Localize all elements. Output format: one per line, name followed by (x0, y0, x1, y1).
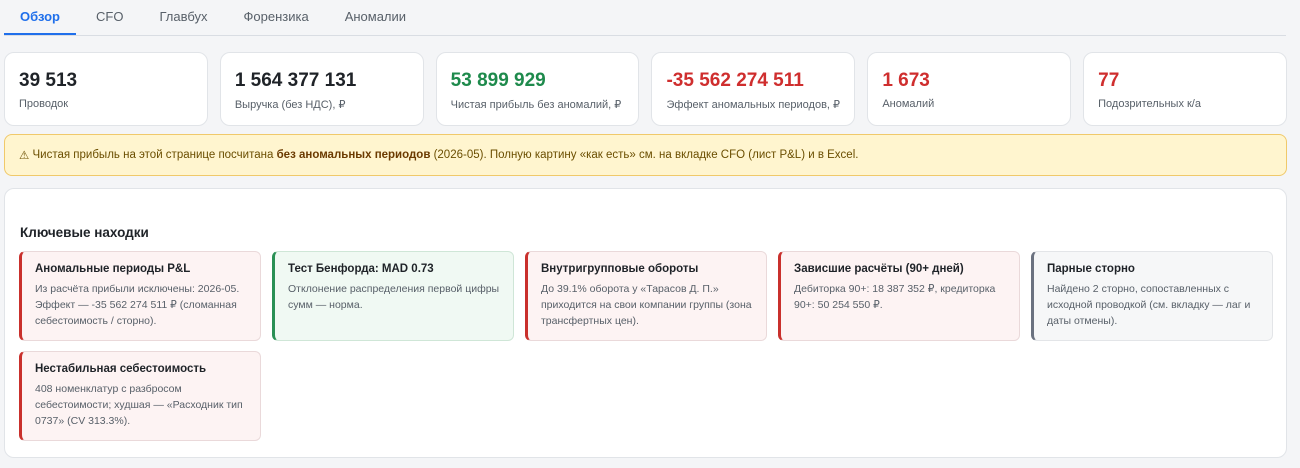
finding-title: Внутригрупповые обороты (541, 263, 699, 275)
finding-description: Отклонение распределения первой цифры су… (288, 283, 500, 311)
tab-chief-accountant[interactable]: Главбух (143, 0, 223, 35)
kpi-value: 1 564 377 131 (234, 70, 357, 91)
kpi-card-revenue: 1 564 377 131 Выручка (без НДС), ₽ (219, 52, 424, 126)
kpi-card-net-profit: 53 899 929 Чистая прибыль без аномалий, … (435, 52, 640, 126)
kpi-card-anomalies: 1 673 Аномалий (867, 52, 1072, 126)
kpi-label: Аномалий (882, 98, 935, 110)
warning-text-bold: без аномальных периодов (276, 149, 431, 161)
finding-card: Зависшие расчёты (90+ дней) Дебиторка 90… (778, 251, 1020, 341)
kpi-label: Проводок (19, 98, 69, 110)
finding-title: Тест Бенфорда: MAD 0.73 (288, 263, 434, 275)
kpi-card-entries: 39 513 Проводок (4, 52, 208, 126)
finding-card: Внутригрупповые обороты До 39.1% оборота… (525, 251, 767, 341)
kpi-card-suspicious-counterparties: 77 Подозрительных к/а (1083, 52, 1287, 126)
kpi-card-anomaly-effect: -35 562 274 511 Эффект аномальных период… (651, 52, 856, 126)
kpi-value: -35 562 274 511 (666, 70, 804, 91)
kpi-value: 53 899 929 (450, 70, 546, 91)
tab-anomalies[interactable]: Аномалии (329, 0, 422, 35)
finding-description: Из расчёта прибыли исключены: 2026-05. Э… (35, 283, 240, 327)
finding-description: Дебиторка 90+: 18 387 352 ₽, кредиторка … (794, 283, 996, 311)
kpi-value: 1 673 (882, 70, 930, 91)
finding-title: Аномальные периоды P&L (35, 263, 191, 275)
finding-description: Найдено 2 сторно, сопоставленных с исход… (1047, 283, 1251, 327)
kpi-value: 77 (1098, 70, 1120, 91)
finding-description: 408 номенклатур с разбросом себестоимост… (35, 383, 243, 427)
kpi-label: Выручка (без НДС), ₽ (234, 99, 346, 111)
kpi-label: Чистая прибыль без аномалий, ₽ (450, 99, 622, 111)
tab-bar: Обзор CFO Главбух Форензика Аномалии (4, 0, 1286, 36)
finding-card: Тест Бенфорда: MAD 0.73 Отклонение распр… (272, 251, 514, 341)
tab-cfo[interactable]: CFO (80, 0, 139, 35)
finding-card: Парные сторно Найдено 2 сторно, сопостав… (1031, 251, 1273, 341)
key-findings-title: Ключевые находки (20, 225, 149, 240)
key-findings-panel: Ключевые находки Аномальные периоды P&L … (4, 188, 1287, 458)
kpi-value: 39 513 (19, 70, 78, 91)
finding-title: Нестабильная себестоимость (35, 363, 207, 375)
warning-text-before: Чистая прибыль на этой странице посчитан… (29, 149, 277, 161)
tab-forensics[interactable]: Форензика (228, 0, 325, 35)
finding-description: До 39.1% оборота у «Тарасов Д. П.» прихо… (541, 283, 752, 327)
warning-icon: ⚠ (19, 150, 30, 162)
finding-title: Парные сторно (1047, 263, 1135, 275)
tab-overview[interactable]: Обзор (4, 0, 76, 35)
kpi-label: Подозрительных к/а (1098, 98, 1201, 110)
finding-card: Аномальные периоды P&L Из расчёта прибыл… (19, 251, 261, 341)
kpi-row: 39 513 Проводок 1 564 377 131 Выручка (б… (4, 52, 1287, 126)
finding-title: Зависшие расчёты (90+ дней) (794, 263, 964, 275)
kpi-label: Эффект аномальных периодов, ₽ (666, 99, 841, 111)
warning-banner: ⚠ Чистая прибыль на этой странице посчит… (4, 134, 1287, 176)
finding-card: Нестабильная себестоимость 408 номенклат… (19, 351, 261, 441)
warning-text-after: (2026-05). Полную картину «как есть» см.… (430, 149, 859, 161)
